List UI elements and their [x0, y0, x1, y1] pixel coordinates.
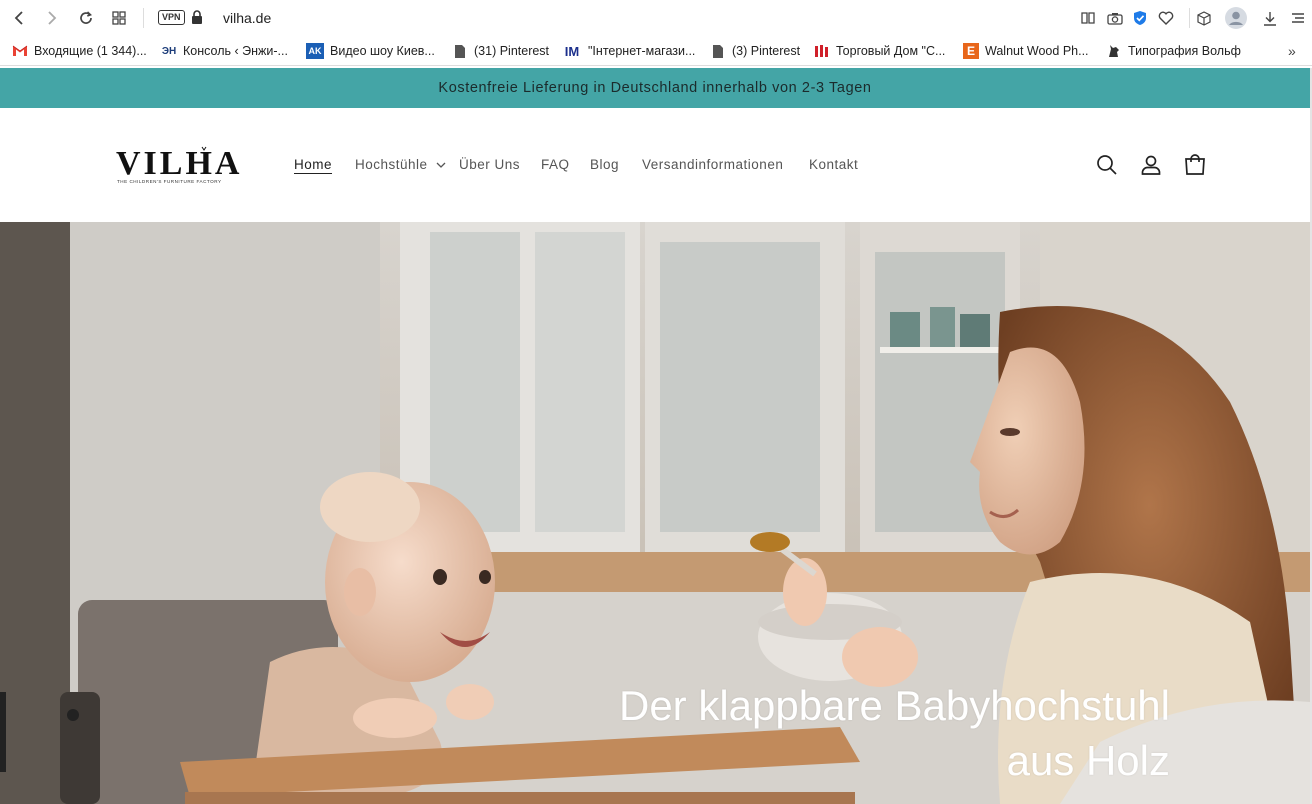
- reader-icon[interactable]: [1078, 7, 1098, 29]
- heart-icon[interactable]: [1156, 7, 1176, 29]
- site-logo[interactable]: VILHA THE CHILDREN'S FURNITURE FACTORY: [116, 144, 246, 186]
- more-bookmarks-icon[interactable]: »: [1288, 43, 1296, 59]
- bookmark-label: Видео шоу Киев...: [330, 44, 435, 58]
- tabs-grid-icon[interactable]: [109, 8, 129, 28]
- page-icon: [452, 43, 468, 59]
- bookmark-gmail[interactable]: Входящие (1 344)...: [12, 43, 147, 59]
- bookmark-label: Входящие (1 344)...: [34, 44, 147, 58]
- nav-hochstuehle[interactable]: Hochstühle: [355, 157, 446, 172]
- bookmark-label: Консоль ‹ Энжи-...: [183, 44, 288, 58]
- nav-versandinformationen[interactable]: Versandinformationen: [642, 157, 783, 172]
- cart-icon[interactable]: [1183, 153, 1207, 177]
- account-icon[interactable]: [1139, 153, 1163, 177]
- menu-lines-icon[interactable]: [1288, 7, 1308, 29]
- nav-faq[interactable]: FAQ: [541, 157, 570, 172]
- bookmark-im[interactable]: IM "Інтернет-магази...: [562, 43, 696, 59]
- svg-text:THE CHILDREN'S FURNITURE FACTO: THE CHILDREN'S FURNITURE FACTORY: [117, 179, 222, 184]
- bookmark-label: (3) Pinterest: [732, 44, 801, 58]
- bookmark-label: Типография Вольф: [1128, 44, 1241, 58]
- wolf-icon: [1106, 43, 1122, 59]
- back-icon[interactable]: [9, 8, 29, 28]
- bookmark-wolf[interactable]: Типография Вольф: [1106, 43, 1241, 59]
- announcement-text: Kostenfreie Lieferung in Deutschland inn…: [438, 80, 872, 96]
- shield-icon[interactable]: [1130, 7, 1150, 29]
- svg-text:VILHA: VILHA: [116, 145, 242, 182]
- enji-icon: ЭН: [161, 45, 177, 57]
- nav-hochstuehle-label: Hochstühle: [355, 157, 428, 172]
- td-icon: [814, 43, 830, 59]
- profile-avatar-icon[interactable]: [1224, 7, 1248, 29]
- bookmark-etsy[interactable]: E Walnut Wood Ph...: [963, 43, 1089, 59]
- site-header: VILHA THE CHILDREN'S FURNITURE FACTORY H…: [0, 108, 1310, 222]
- announcement-bar: Kostenfreie Lieferung in Deutschland inn…: [0, 68, 1310, 108]
- bookmark-label: Торговый Дом "С...: [836, 44, 946, 58]
- etsy-icon: E: [963, 43, 979, 59]
- download-icon[interactable]: [1260, 7, 1280, 29]
- reload-icon[interactable]: [76, 8, 96, 28]
- nav-blog[interactable]: Blog: [590, 157, 619, 172]
- bookmark-label: Walnut Wood Ph...: [985, 44, 1089, 58]
- camera-icon[interactable]: [1105, 7, 1125, 29]
- bookmark-pinterest-3[interactable]: (3) Pinterest: [710, 43, 800, 59]
- hero-title-line-1: Der klappbare Babyhochstuhl: [618, 682, 1170, 729]
- extensions-cube-icon[interactable]: [1194, 7, 1214, 29]
- toolbar-divider: [143, 8, 144, 28]
- bookmark-label: "Інтернет-магази...: [588, 44, 696, 58]
- address-bar[interactable]: vilha.de: [223, 10, 271, 26]
- vpn-badge[interactable]: VPN: [158, 10, 185, 25]
- nav-kontakt[interactable]: Kontakt: [809, 157, 858, 172]
- nav-ueber-uns[interactable]: Über Uns: [459, 157, 520, 172]
- forward-icon[interactable]: [42, 8, 62, 28]
- ak-icon: AK: [306, 43, 324, 59]
- bookmark-label: (31) Pinterest: [474, 44, 550, 58]
- toolbar-divider: [1189, 8, 1190, 28]
- bookmark-ak[interactable]: AK Видео шоу Киев...: [306, 43, 435, 59]
- bookmark-pinterest-31[interactable]: (31) Pinterest: [452, 43, 549, 59]
- bookmark-enji[interactable]: ЭН Консоль ‹ Энжи-...: [161, 43, 288, 59]
- page-icon: [710, 43, 726, 59]
- bookmark-td[interactable]: Торговый Дом "С...: [814, 43, 945, 59]
- bookmarks-bar: Входящие (1 344)... ЭН Консоль ‹ Энжи-..…: [0, 36, 1312, 66]
- browser-toolbar: VPN vilha.de: [0, 0, 1312, 36]
- hero-title-line-2: aus Holz: [1006, 737, 1170, 784]
- gmail-icon: [12, 43, 28, 59]
- hero-banner[interactable]: Der klappbare Babyhochstuhl aus Holz: [0, 222, 1310, 804]
- lock-icon[interactable]: [191, 10, 203, 24]
- hero-title: Der klappbare Babyhochstuhl aus Holz: [619, 678, 1170, 788]
- im-icon: IM: [564, 43, 580, 59]
- chevron-down-icon: [436, 162, 446, 168]
- search-icon[interactable]: [1095, 153, 1119, 177]
- nav-home[interactable]: Home: [294, 157, 332, 172]
